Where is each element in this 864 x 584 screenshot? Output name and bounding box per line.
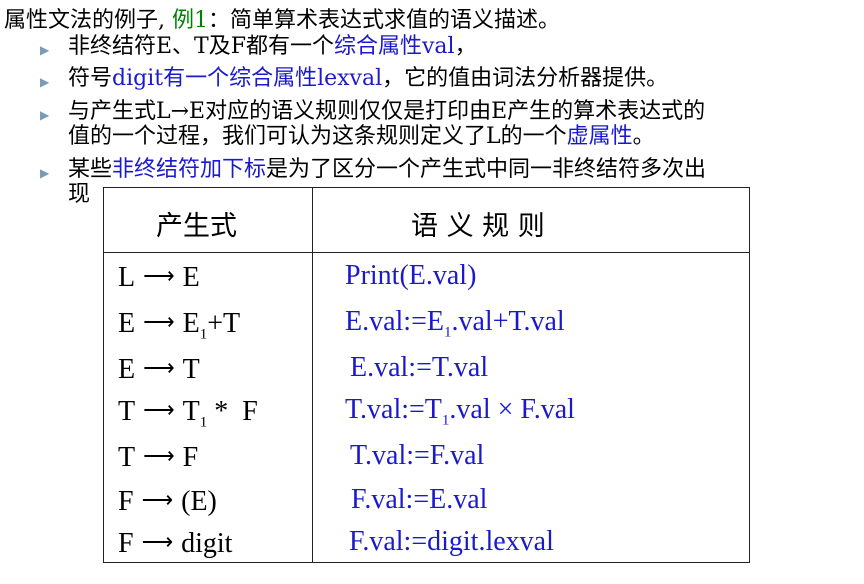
bullet-4-highlight: 非终结符加下标	[112, 157, 267, 182]
bullet-icon: ▶	[40, 43, 50, 57]
production-row-1: L ⟶ E	[118, 262, 200, 294]
rule-text: E.val:=E	[345, 306, 444, 337]
production-row-7: F ⟶ digit	[118, 528, 232, 560]
rule-row-6: F.val:=E.val	[351, 484, 488, 515]
bullet-3-line2: 值的一个过程，我们可认为这条规则定义了L的一个	[68, 124, 567, 149]
bullet-icon: ▶	[40, 108, 50, 122]
bullet-icon: ▶	[40, 166, 50, 180]
rhs: T	[182, 354, 200, 385]
rhs-rest: +T	[207, 308, 241, 339]
production-row-3: E ⟶ T	[118, 354, 200, 386]
bullet-icon: ▶	[40, 75, 50, 89]
rhs-rest: * F	[207, 396, 258, 427]
rhs: E	[182, 308, 200, 339]
bullet-2-text: 符号	[68, 66, 113, 91]
bullet-1-end: ，	[454, 34, 477, 59]
production-row-4: T ⟶ T1 * F	[118, 396, 258, 432]
header-production: 产生式	[156, 211, 237, 242]
lhs: L	[118, 262, 136, 293]
lhs: T	[118, 396, 136, 427]
production-row-2: E ⟶ E1+T	[118, 308, 240, 344]
bullet-3-cont: 值的一个过程，我们可认为这条规则定义了L的一个虚属性。	[68, 124, 655, 149]
rhs: E	[182, 262, 200, 293]
slide-title: 属性文法的例子, 例1：简单算术表达式求值的语义描述。	[4, 2, 560, 34]
bullet-4-end: 是为了区分一个产生式中同一非终结符多次出	[266, 157, 707, 182]
arrow-icon: ⟶	[143, 309, 175, 334]
rhs: T	[182, 396, 200, 427]
rule-row-7: F.val:=digit.lexval	[349, 526, 554, 557]
rhs: (E)	[181, 486, 217, 517]
bullet-4-cont: 现	[68, 182, 91, 207]
rule-rest: .val+T.val	[451, 306, 565, 337]
rule-row-3: E.val:=T.val	[350, 352, 489, 383]
lhs: T	[118, 442, 136, 473]
column-divider	[312, 188, 313, 562]
title-prefix: 属性文法的例子,	[4, 8, 165, 33]
lhs: F	[118, 528, 134, 559]
lhs: E	[118, 308, 136, 339]
arrow-icon: ⟶	[141, 529, 174, 554]
arrow-icon: ⟶	[143, 443, 175, 468]
rule-row-4: T.val:=T1.val × F.val	[345, 394, 575, 430]
bullet-1-highlight: 综合属性val	[334, 34, 455, 59]
bullet-4-text: 某些	[68, 157, 113, 182]
arrow-icon: ⟶	[143, 397, 175, 422]
bullet-2-end: ，它的值由词法分析器提供。	[382, 66, 669, 91]
bullet-3: 与产生式L→E对应的语义规则仅仅是打印由E产生的算术表达式的	[68, 99, 705, 124]
bullet-3-highlight: 虚属性	[566, 124, 633, 149]
rule-row-1: Print(E.val)	[345, 260, 477, 291]
arrow-icon: ⟶	[141, 487, 174, 512]
lhs: F	[118, 486, 134, 517]
bullet-2-highlight: digit有一个综合属性lexval	[112, 66, 383, 91]
rule-row-5: T.val:=F.val	[350, 440, 485, 471]
bullet-3-end: 。	[632, 124, 655, 149]
bullet-4: 某些非终结符加下标是为了区分一个产生式中同一非终结符多次出	[68, 157, 706, 182]
bullet-1: 非终结符E、T及F都有一个综合属性val，	[68, 34, 477, 59]
rule-rest: .val × F.val	[449, 394, 575, 425]
bullet-3-line1: 与产生式L→E对应的语义规则仅仅是打印由E产生的算术表达式的	[68, 99, 706, 124]
arrow-icon: ⟶	[143, 263, 175, 288]
title-example: 例1	[172, 8, 208, 33]
production-row-5: T ⟶ F	[118, 442, 198, 474]
rhs: digit	[181, 528, 233, 559]
arrow-icon: ⟶	[143, 355, 175, 380]
title-suffix: ：简单算术表达式求值的语义描述。	[208, 8, 561, 33]
rule-row-2: E.val:=E1.val+T.val	[345, 306, 565, 342]
header-divider	[104, 252, 749, 253]
bullet-2: 符号digit有一个综合属性lexval，它的值由词法分析器提供。	[68, 66, 668, 91]
production-row-6: F ⟶ (E)	[118, 486, 217, 518]
rhs: F	[182, 442, 199, 473]
header-semantic-rule: 语 义 规 则	[411, 211, 545, 242]
rule-text: T.val:=T	[345, 394, 442, 425]
lhs: E	[118, 354, 136, 385]
bullet-1-text: 非终结符E、T及F都有一个	[68, 34, 334, 59]
